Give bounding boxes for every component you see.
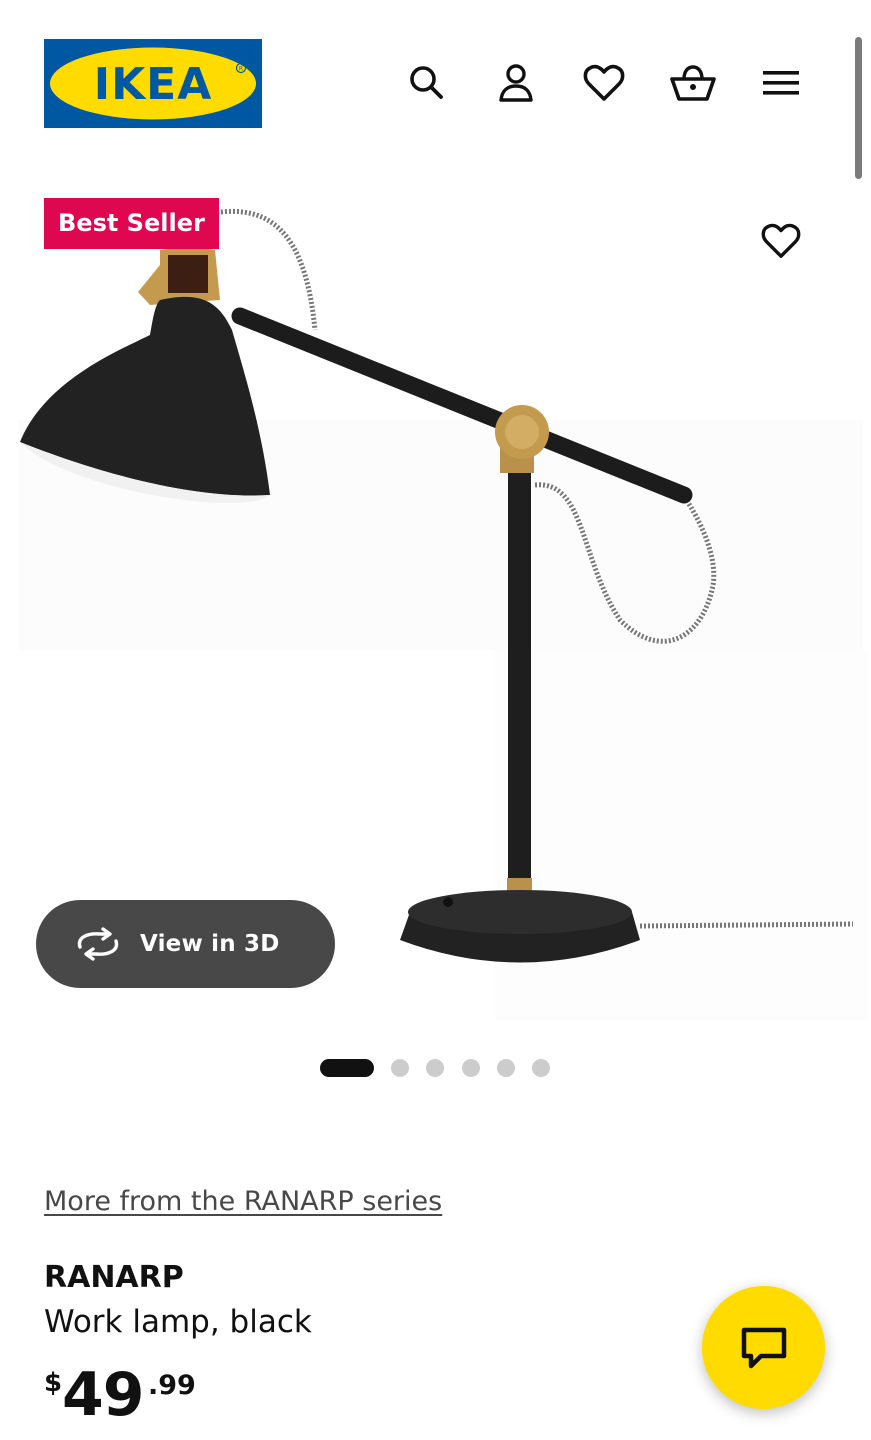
carousel-dot-5[interactable] <box>497 1059 515 1077</box>
best-seller-badge: Best Seller <box>44 198 219 249</box>
heart-icon <box>761 223 801 258</box>
product-name: RANARP <box>44 1260 184 1295</box>
carousel-dot-3[interactable] <box>426 1059 444 1077</box>
chat-button[interactable] <box>702 1286 825 1409</box>
price-integer: 49 <box>62 1360 144 1430</box>
ikea-logo[interactable]: IKEA R <box>44 39 262 128</box>
carousel-dot-1[interactable] <box>320 1059 374 1077</box>
logo-wordmark: IKEA <box>94 59 213 110</box>
price-currency: $ <box>44 1368 63 1398</box>
heart-icon[interactable] <box>577 60 631 106</box>
view-in-3d-button[interactable]: View in 3D <box>36 900 335 988</box>
carousel-dot-6[interactable] <box>532 1059 550 1077</box>
header-actions <box>400 60 800 106</box>
view-in-3d-label: View in 3D <box>140 931 280 957</box>
product-description: Work lamp, black <box>44 1304 312 1340</box>
basket-icon[interactable] <box>666 60 720 106</box>
page-scrollbar[interactable] <box>855 37 862 179</box>
favourite-button[interactable] <box>752 212 810 270</box>
series-link[interactable]: More from the RANARP series <box>44 1186 442 1217</box>
carousel-dot-4[interactable] <box>462 1059 480 1077</box>
svg-text:R: R <box>239 66 243 73</box>
chat-icon <box>741 1327 786 1368</box>
menu-icon[interactable] <box>754 60 808 106</box>
account-icon[interactable] <box>489 60 543 106</box>
rotate-3d-icon <box>74 924 124 964</box>
price-decimal: .99 <box>148 1370 196 1401</box>
carousel-dot-2[interactable] <box>391 1059 409 1077</box>
search-icon[interactable] <box>400 60 454 106</box>
